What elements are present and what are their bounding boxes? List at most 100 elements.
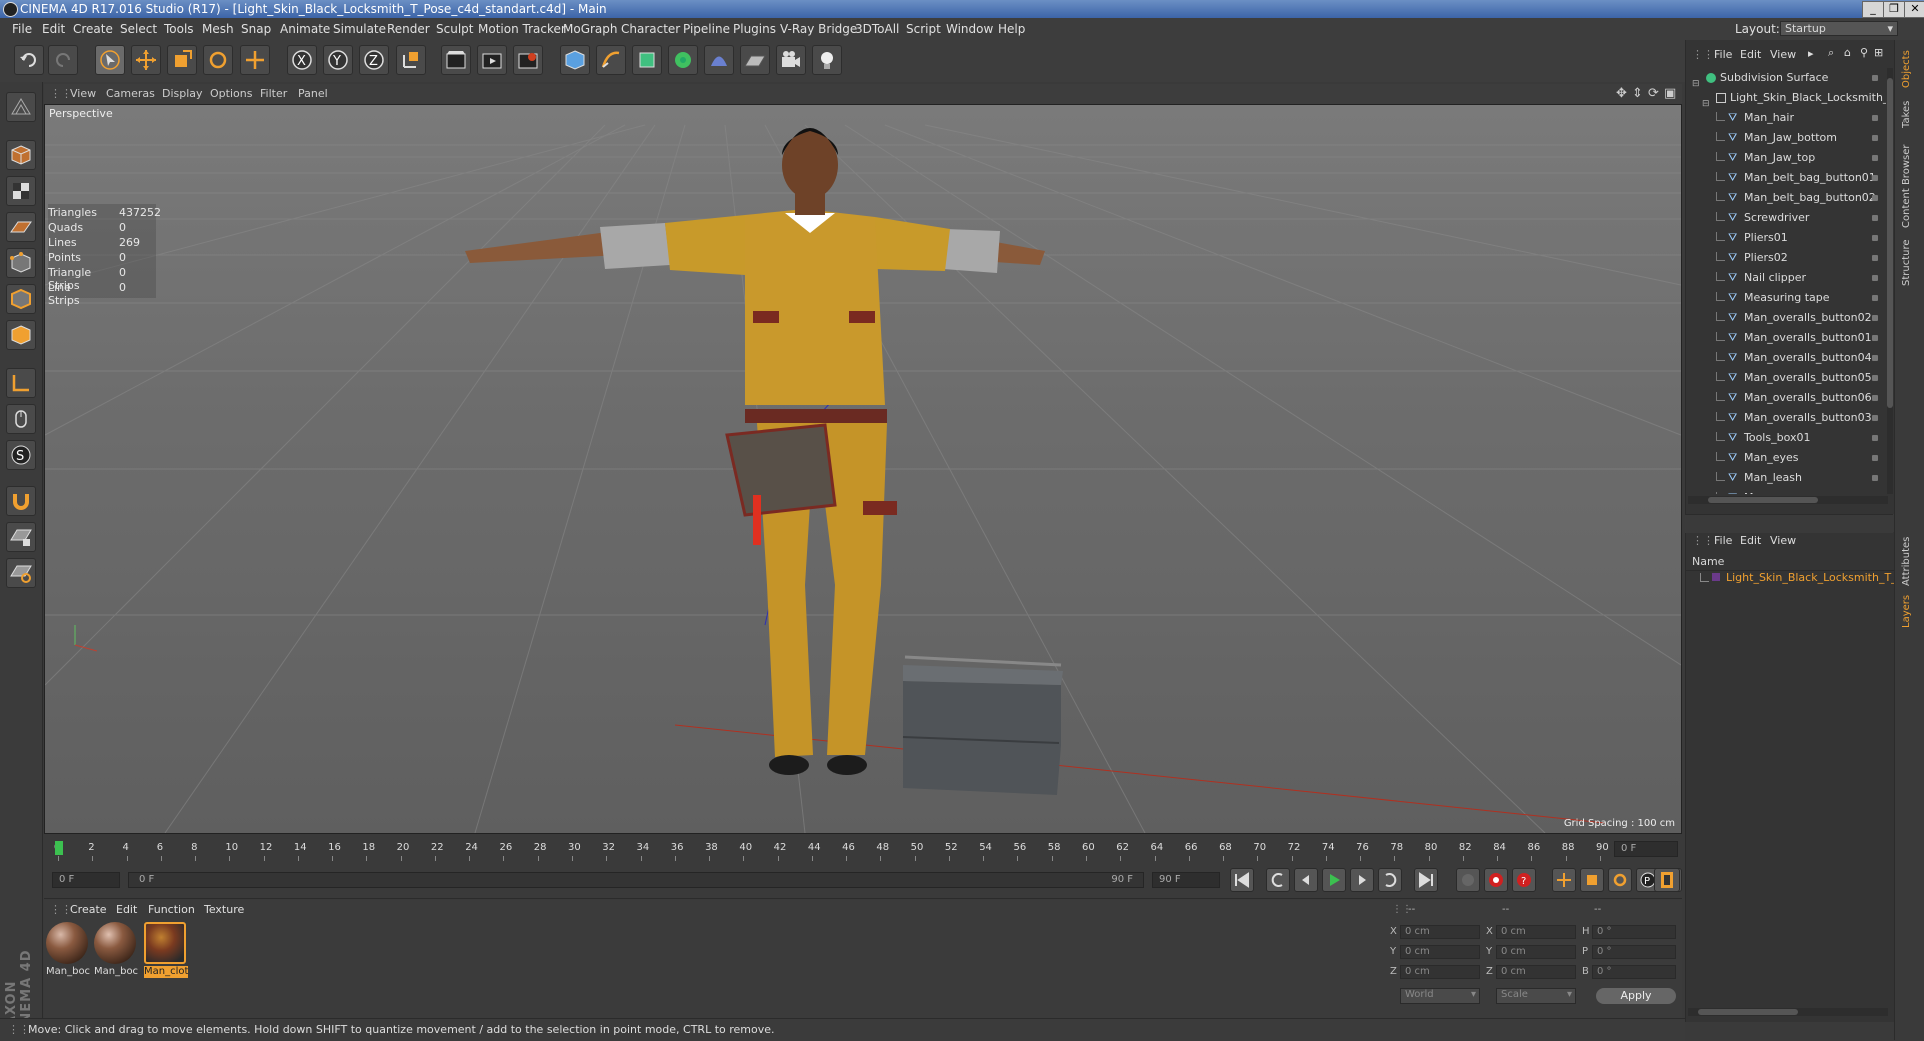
object-row[interactable]: ⛛ Man_overalls_button03 — [1686, 408, 1886, 428]
axis-mode-button[interactable] — [6, 368, 36, 398]
close-button[interactable]: ✕ — [1904, 1, 1924, 18]
menu-mograph[interactable]: MoGraph — [563, 22, 618, 36]
go-to-previous-frame-button[interactable] — [1294, 868, 1318, 892]
object-row[interactable]: ⛛ Man_Jaw_top — [1686, 148, 1886, 168]
tab-content-browser[interactable]: Content Browser — [1901, 138, 1912, 228]
viewport-menu-options[interactable]: Options — [210, 87, 252, 100]
light-object-button[interactable] — [812, 45, 842, 75]
visibility-dots[interactable] — [1872, 375, 1878, 381]
render-settings-button[interactable] — [513, 45, 543, 75]
texture-mode-button[interactable] — [6, 176, 36, 206]
object-row[interactable]: ⛛ Man_overalls_button06 — [1686, 388, 1886, 408]
object-row[interactable]: ⛛ Man_overalls_button02 — [1686, 308, 1886, 328]
menu-character[interactable]: Character — [621, 22, 680, 36]
material-menu-edit[interactable]: Edit — [116, 903, 137, 916]
maximize-view-icon[interactable]: ▣ — [1664, 86, 1676, 101]
coordinate-system-button[interactable] — [396, 45, 426, 75]
end-frame-field[interactable]: 90 F — [1152, 872, 1220, 888]
menu-create[interactable]: Create — [73, 22, 113, 36]
scale-key-button[interactable] — [1580, 868, 1604, 892]
render-to-picture-viewer-button[interactable] — [477, 45, 507, 75]
object-row[interactable]: ⛛ Man_belt_bag_button01 — [1686, 168, 1886, 188]
objects-vertical-scrollbar[interactable] — [1887, 68, 1893, 494]
rotation-h-field[interactable]: 0 ° — [1592, 925, 1676, 939]
position-z-field[interactable]: 0 cm — [1400, 965, 1480, 979]
tab-takes[interactable]: Takes — [1901, 96, 1912, 128]
material-swatch-selected[interactable]: Man_clot — [144, 922, 188, 978]
object-row[interactable]: ⛛ Man_hair — [1686, 108, 1886, 128]
menu-simulate[interactable]: Simulate — [333, 22, 386, 36]
menu-file[interactable]: File — [12, 22, 32, 36]
timeline-ruler[interactable]: 0246810121416182022242628303234363840424… — [44, 836, 1682, 862]
menu-window[interactable]: Window — [946, 22, 993, 36]
tab-attributes[interactable]: Attributes — [1901, 532, 1912, 586]
magnet-button[interactable] — [6, 486, 36, 516]
position-key-button[interactable] — [1552, 868, 1576, 892]
material-menu-function[interactable]: Function — [148, 903, 195, 916]
home-icon[interactable]: ⌂ — [1844, 46, 1851, 59]
edges-mode-button[interactable] — [6, 284, 36, 314]
timeline-window-button[interactable] — [1654, 868, 1680, 892]
object-row[interactable]: ⛛ Nail clipper — [1686, 268, 1886, 288]
size-x-field[interactable]: 0 cm — [1496, 925, 1576, 939]
deformer-button[interactable] — [704, 45, 734, 75]
search-icon[interactable]: ⌕ — [1828, 46, 1834, 60]
visibility-dots[interactable] — [1872, 175, 1878, 181]
render-view-button[interactable] — [441, 45, 471, 75]
menu-snap[interactable]: Snap — [241, 22, 271, 36]
undo-button[interactable] — [14, 45, 44, 75]
points-mode-button[interactable] — [6, 248, 36, 278]
visibility-dots[interactable] — [1872, 275, 1878, 281]
visibility-dots[interactable] — [1872, 315, 1878, 321]
menu-pipeline[interactable]: Pipeline — [683, 22, 730, 36]
menu-vray-bridge[interactable]: V-Ray Bridge — [780, 22, 857, 36]
snapping-button[interactable]: S — [6, 440, 36, 470]
menu-render[interactable]: Render — [387, 22, 430, 36]
object-row[interactable]: ⛛ Man — [1686, 488, 1886, 494]
planar-workplane-button[interactable] — [6, 558, 36, 588]
rotate-view-icon[interactable]: ⟳ — [1648, 86, 1659, 101]
go-to-end-button[interactable] — [1414, 868, 1438, 892]
menu-mesh[interactable]: Mesh — [202, 22, 234, 36]
scale-tool-button[interactable] — [167, 45, 197, 75]
tweak-mode-button[interactable] — [6, 404, 36, 434]
rotation-b-field[interactable]: 0 ° — [1592, 965, 1676, 979]
layout-select[interactable]: Startup ▾ — [1780, 21, 1898, 36]
rotate-tool-button[interactable] — [203, 45, 233, 75]
start-frame-field[interactable]: 0 F — [52, 872, 120, 888]
filter-icon[interactable]: ⚲ — [1860, 46, 1868, 59]
workplane-mode-button[interactable] — [6, 212, 36, 242]
material-swatch[interactable]: Man_boc — [94, 922, 138, 978]
object-row[interactable]: ⛛ Tools_box01 — [1686, 428, 1886, 448]
object-row-root[interactable]: ⊟ Subdivision Surface — [1686, 68, 1886, 89]
object-row[interactable]: ⛛ Man_overalls_button05 — [1686, 368, 1886, 388]
layers-horizontal-scrollbar[interactable] — [1688, 1008, 1888, 1016]
visibility-dots[interactable] — [1872, 75, 1878, 81]
menu-select[interactable]: Select — [120, 22, 157, 36]
viewport-menu-display[interactable]: Display — [162, 87, 203, 100]
current-frame-field[interactable]: 0 F — [1614, 841, 1678, 857]
z-axis-lock-button[interactable]: Z — [359, 45, 389, 75]
visibility-dots[interactable] — [1872, 455, 1878, 461]
visibility-dots[interactable] — [1872, 295, 1878, 301]
material-menu-texture[interactable]: Texture — [204, 903, 244, 916]
material-menu-create[interactable]: Create — [70, 903, 107, 916]
objects-menu-edit[interactable]: Edit — [1740, 48, 1761, 61]
go-to-next-keyframe-button[interactable] — [1378, 868, 1402, 892]
camera-object-button[interactable] — [776, 45, 806, 75]
object-row[interactable]: ⛛ Pliers01 — [1686, 228, 1886, 248]
make-editable-button[interactable] — [6, 92, 36, 122]
menu-sculpt[interactable]: Sculpt — [436, 22, 473, 36]
menu-plugins[interactable]: Plugins — [733, 22, 776, 36]
object-row[interactable]: ⛛ Measuring tape — [1686, 288, 1886, 308]
redo-button[interactable] — [48, 45, 78, 75]
object-row-group[interactable]: ⊟ Light_Skin_Black_Locksmith_T_P — [1686, 88, 1886, 109]
go-to-next-frame-button[interactable] — [1350, 868, 1374, 892]
coordinate-mode-select[interactable]: World ▾ — [1400, 988, 1480, 1004]
rotation-key-button[interactable] — [1608, 868, 1632, 892]
viewport-menu-view[interactable]: View — [70, 87, 96, 100]
locked-workplane-button[interactable] — [6, 522, 36, 552]
new-view-icon[interactable]: ⊞ — [1874, 46, 1883, 59]
size-mode-select[interactable]: Scale ▾ — [1496, 988, 1576, 1004]
autokeying-button[interactable] — [1484, 868, 1508, 892]
